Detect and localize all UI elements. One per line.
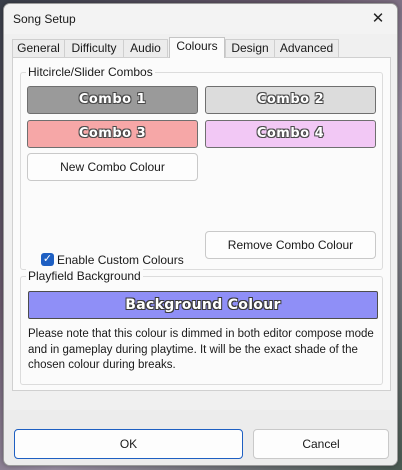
combo-4-button[interactable]: Combo 4 [205, 120, 376, 148]
dialog-footer: OK Cancel [4, 410, 397, 465]
combo-3-button[interactable]: Combo 3 [27, 120, 198, 148]
enable-custom-colours-checkbox[interactable]: ✓ [41, 253, 54, 266]
remove-combo-colour-button[interactable]: Remove Combo Colour [205, 231, 376, 259]
tab-colours[interactable]: Colours [169, 37, 225, 58]
combo-1-button[interactable]: Combo 1 [27, 86, 198, 114]
close-icon[interactable]: ✕ [365, 8, 391, 30]
tab-general[interactable]: General [12, 39, 65, 57]
dimming-note: Please note that this colour is dimmed i… [28, 328, 374, 371]
title-bar: Song Setup ✕ [4, 4, 397, 34]
tab-audio[interactable]: Audio [123, 39, 168, 57]
tab-advanced[interactable]: Advanced [274, 39, 339, 57]
enable-custom-colours-label: Enable Custom Colours [57, 253, 184, 267]
window-title: Song Setup [13, 12, 76, 26]
combos-group-label: Hitcircle/Slider Combos [26, 65, 155, 79]
background-colour-button[interactable]: Background Colour [28, 291, 378, 319]
playfield-group-label: Playfield Background [26, 269, 143, 283]
tab-difficulty[interactable]: Difficulty [64, 39, 124, 57]
tab-design[interactable]: Design [225, 39, 275, 57]
playfield-groupbox: Playfield Background Background Colour P… [20, 269, 383, 385]
song-setup-dialog: Song Setup ✕ General Difficulty Audio Co… [3, 3, 398, 466]
new-combo-colour-button[interactable]: New Combo Colour [27, 153, 198, 181]
combos-groupbox: Hitcircle/Slider Combos Combo 1 Combo 2 … [20, 65, 383, 270]
cancel-button[interactable]: Cancel [253, 429, 389, 459]
colours-tab-panel: Hitcircle/Slider Combos Combo 1 Combo 2 … [12, 57, 391, 391]
combo-2-button[interactable]: Combo 2 [205, 86, 376, 114]
ok-button[interactable]: OK [14, 429, 243, 459]
